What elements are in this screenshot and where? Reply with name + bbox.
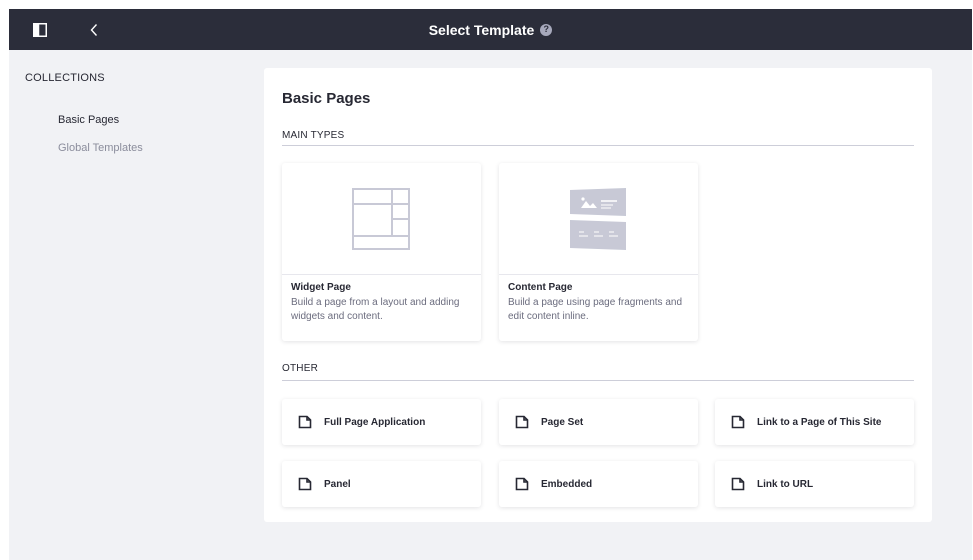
link-to-page-of-this-site-card[interactable]: Link to a Page of This Site (715, 399, 914, 445)
main-types-label: MAIN TYPES (282, 130, 345, 141)
page-set-label: Page Set (541, 416, 584, 428)
page-icon (731, 415, 745, 429)
sidebar-toggle-icon (33, 23, 47, 37)
widget-page-card[interactable]: Widget Page Build a page from a layout a… (282, 163, 481, 341)
sidebar-toggle-button[interactable] (27, 20, 53, 40)
panel-card[interactable]: Panel (282, 461, 481, 507)
content-page-thumbnail (499, 163, 698, 275)
full-page-application-card[interactable]: Full Page Application (282, 399, 481, 445)
page-icon (298, 415, 312, 429)
templates-panel: Basic Pages MAIN TYPES Widget Page Build… (264, 68, 932, 522)
widget-page-description: Build a page from a layout and adding wi… (291, 297, 460, 322)
other-divider (282, 380, 914, 381)
link-to-url-label: Link to URL (757, 478, 814, 490)
collections-sidebar: COLLECTIONS Basic Pages Global Templates (9, 50, 259, 560)
top-bar: Select Template ? (9, 9, 972, 50)
back-button[interactable] (83, 19, 105, 41)
page-icon (515, 415, 529, 429)
collection-title: Basic Pages (282, 90, 371, 107)
page-icon (731, 477, 745, 491)
page-set-card[interactable]: Page Set (499, 399, 698, 445)
main-types-divider (282, 145, 914, 146)
link-to-page-of-this-site-label: Link to a Page of This Site (757, 416, 882, 428)
widget-page-title: Widget Page (291, 282, 351, 293)
chevron-left-icon (89, 23, 99, 37)
panel-label: Panel (324, 478, 351, 490)
title-group: Select Template ? (429, 22, 553, 38)
content-page-title: Content Page (508, 282, 573, 293)
content-fragments-icon (569, 188, 627, 250)
page-icon (515, 477, 529, 491)
content-page-card[interactable]: Content Page Build a page using page fra… (499, 163, 698, 341)
other-label: OTHER (282, 363, 318, 374)
content-page-description: Build a page using page fragments and ed… (508, 297, 683, 322)
question-circle-icon[interactable]: ? (540, 23, 553, 36)
page-title: Select Template (428, 21, 535, 38)
embedded-card[interactable]: Embedded (499, 461, 698, 507)
widget-page-thumbnail (282, 163, 481, 275)
sidebar-item-basic-pages[interactable]: Basic Pages (58, 114, 119, 126)
full-page-application-label: Full Page Application (324, 416, 426, 428)
sidebar-item-global-templates[interactable]: Global Templates (58, 142, 143, 154)
app-frame: Select Template ? COLLECTIONS Basic Page… (9, 9, 972, 560)
embedded-label: Embedded (541, 478, 593, 490)
collections-heading: COLLECTIONS (25, 72, 105, 84)
page-icon (298, 477, 312, 491)
link-to-url-card[interactable]: Link to URL (715, 461, 914, 507)
widget-layout-icon (352, 188, 410, 250)
